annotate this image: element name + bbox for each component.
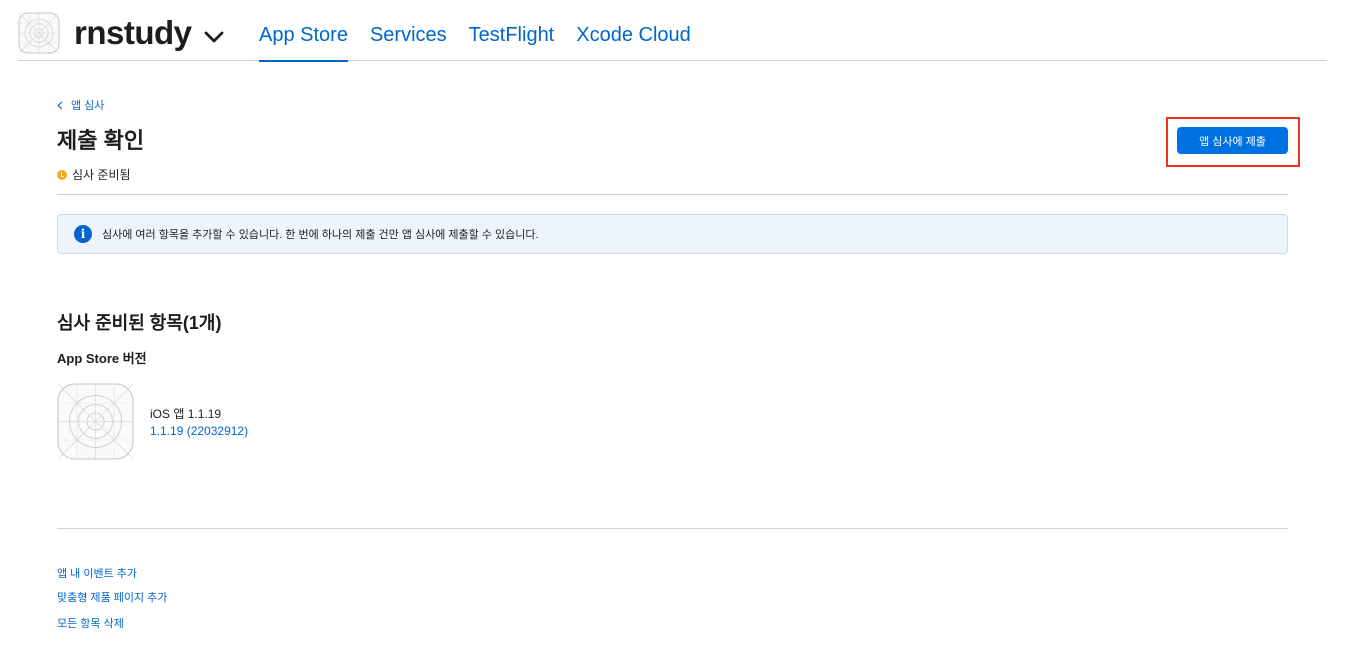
delete-all-items-link[interactable]: 모든 항목 삭제 <box>57 615 124 631</box>
info-message: 심사에 여러 항목을 추가할 수 있습니다. 한 번에 하나의 제출 건만 앱 … <box>102 229 539 241</box>
tab-testflight[interactable]: TestFlight <box>469 24 555 61</box>
page-title: 제출 확인 <box>57 128 145 153</box>
app-name[interactable]: rnstudy <box>74 14 192 52</box>
chevron-down-icon[interactable] <box>204 30 224 44</box>
app-placeholder-icon[interactable] <box>18 12 60 54</box>
back-link-label: 앱 심사 <box>71 100 105 112</box>
add-in-app-event-link[interactable]: 앱 내 이벤트 추가 <box>57 565 137 581</box>
app-placeholder-icon <box>57 383 134 460</box>
submit-for-review-button[interactable]: 앱 심사에 제출 <box>1177 127 1288 154</box>
back-link[interactable]: 앱 심사 <box>57 97 104 113</box>
subsection-title: App Store 버전 <box>57 351 147 366</box>
top-bar: rnstudy App Store Services TestFlight Xc… <box>18 0 1327 62</box>
chevron-left-icon <box>57 101 63 109</box>
main-nav: App Store Services TestFlight Xcode Clou… <box>259 24 691 62</box>
add-custom-product-page-link[interactable]: 맞춤형 제품 페이지 추가 <box>57 589 167 605</box>
item-build-link[interactable]: 1.1.19 (22032912) <box>150 424 248 438</box>
status-clock-icon <box>57 169 67 180</box>
info-banner: i 심사에 여러 항목을 추가할 수 있습니다. 한 번에 하나의 제출 건만 … <box>57 214 1288 254</box>
divider <box>57 528 1288 529</box>
tab-app-store[interactable]: App Store <box>259 24 348 62</box>
status-label: 심사 준비됨 <box>72 168 131 182</box>
section-title: 심사 준비된 항목(1개) <box>57 313 222 333</box>
divider <box>57 194 1288 195</box>
status-badge: 심사 준비됨 <box>57 166 131 183</box>
item-name: iOS 앱 1.1.19 <box>150 407 222 421</box>
tab-services[interactable]: Services <box>370 24 447 61</box>
info-icon: i <box>74 225 92 243</box>
tab-xcode-cloud[interactable]: Xcode Cloud <box>576 24 691 61</box>
